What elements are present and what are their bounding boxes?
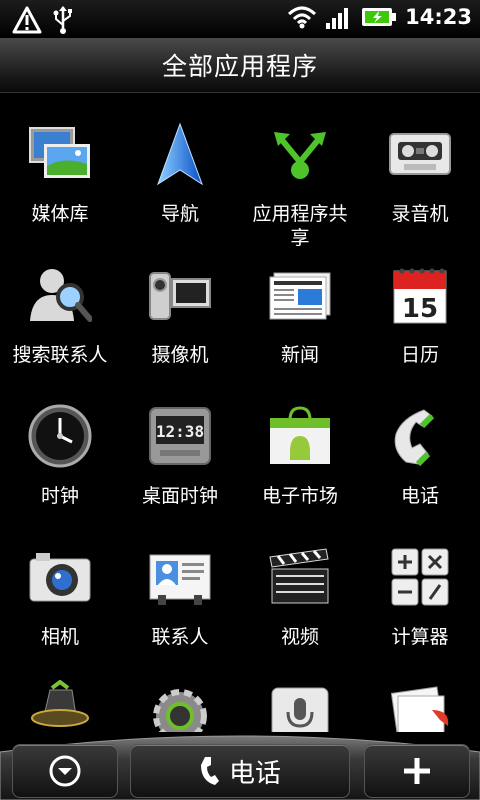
battery-charging-icon [362,8,397,26]
collapse-down-icon [49,755,81,787]
app-label: 视频 [280,626,319,648]
app-sharing[interactable]: 应用程序共享 [240,122,360,249]
news-icon [269,272,331,320]
app-label: 计算器 [391,626,449,648]
app-news[interactable]: 新闻 [240,263,360,383]
app-phone[interactable]: 电话 [360,404,480,524]
app-camcorder[interactable]: 摄像机 [120,263,240,383]
voice-recorder-icon [389,133,451,175]
status-bar: 14:23 [0,0,480,38]
app-grid: 媒体库 导航 应用程序共享 录音机 搜索联系人 摄像机 新闻 15 日历 时钟 … [0,92,480,732]
add-button[interactable] [364,744,470,798]
app-label: 录音机 [391,203,449,225]
desk-clock-digits: 12:38 [156,422,204,441]
title-bar: 全部应用程序 [0,38,480,93]
collapse-apps-button[interactable] [12,744,118,798]
app-label: 电话 [400,485,439,507]
app-label: 应用程序共享 [252,203,348,249]
warning-icon [12,6,42,34]
app-clock[interactable]: 时钟 [0,404,120,524]
app-label: 电子市场 [261,485,338,507]
app-label: 桌面时钟 [141,485,218,507]
gallery-icon [29,127,90,178]
app-label: 摄像机 [151,344,209,366]
app-desk-clock[interactable]: 12:38 桌面时钟 [120,404,240,524]
phone-handset-icon [200,757,219,785]
add-icon [404,758,430,784]
phone-button-label: 电话 [228,758,281,789]
app-label: 时钟 [40,485,79,507]
app-label: 日历 [400,344,439,366]
app-calendar[interactable]: 15 日历 [360,263,480,383]
app-sharing-icon [274,132,326,179]
app-video[interactable]: 视频 [240,545,360,665]
app-search-contacts[interactable]: 搜索联系人 [0,263,120,383]
signal-icon [326,8,349,29]
wifi-icon [288,6,317,29]
app-label: 媒体库 [31,203,89,225]
bottom-dock: 电话 [0,724,480,800]
calendar-icon: 15 [393,268,447,324]
camcorder-icon [149,272,211,320]
page-title: 全部应用程序 [161,52,318,81]
usb-icon [53,6,72,34]
status-clock: 14:23 [405,5,472,29]
phone-button[interactable]: 电话 [130,744,350,798]
app-label: 导航 [160,203,199,225]
contacts-icon [149,554,211,605]
app-label: 搜索联系人 [12,344,108,366]
market-icon [270,406,330,464]
app-gallery[interactable]: 媒体库 [0,122,120,242]
video-icon [269,548,329,604]
search-contacts-icon [30,269,92,322]
app-voice-recorder[interactable]: 录音机 [360,122,480,242]
app-calculator[interactable]: 计算器 [360,545,480,665]
app-label: 新闻 [280,344,319,366]
app-camera[interactable]: 相机 [0,545,120,665]
app-market[interactable]: 电子市场 [240,404,360,524]
phone-icon [394,409,435,467]
app-navigation[interactable]: 导航 [120,122,240,242]
desk-clock-icon: 12:38 [149,407,211,465]
calculator-icon [391,548,449,606]
app-contacts[interactable]: 联系人 [120,545,240,665]
camera-icon [29,553,91,602]
app-label: 联系人 [151,626,209,648]
app-label: 相机 [40,626,79,648]
clock-icon [28,404,92,468]
navigation-icon [157,122,203,186]
calendar-day: 15 [402,294,438,324]
